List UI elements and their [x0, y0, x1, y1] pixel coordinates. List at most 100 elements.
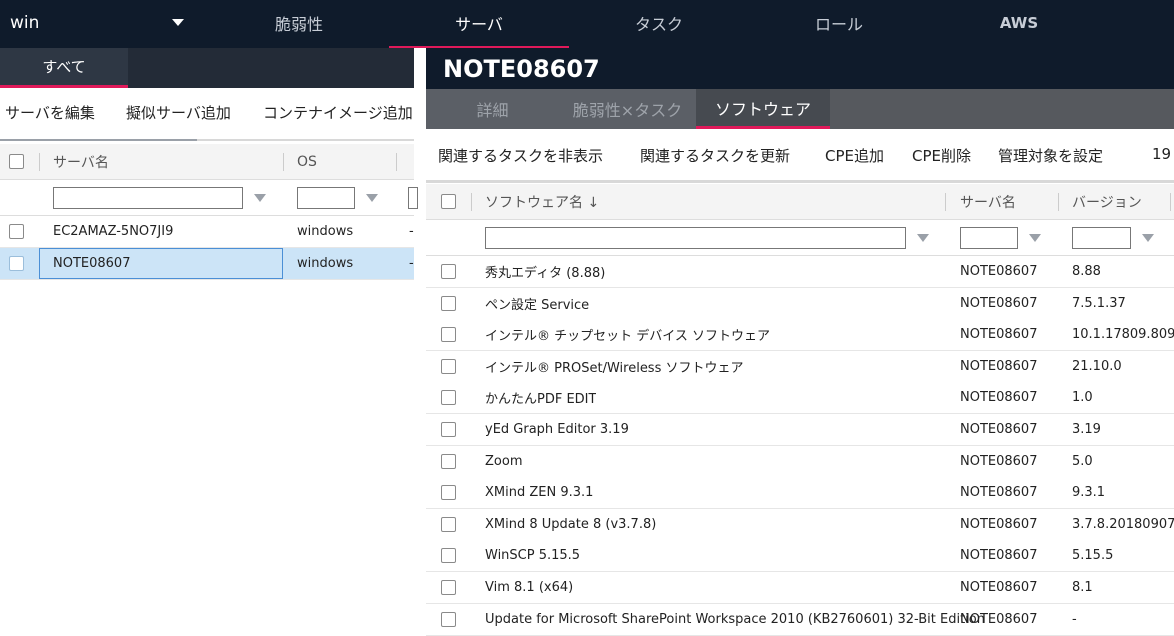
table-row[interactable]: WinSCP 5.15.5 NOTE08607 5.15.5 — [426, 540, 1174, 572]
software-name: Zoom — [485, 454, 523, 469]
software-name-filter-input[interactable] — [485, 226, 906, 249]
column-server-name[interactable]: サーバ名 — [53, 144, 109, 179]
software-server: NOTE08607 — [960, 422, 1038, 437]
update-related-tasks-button[interactable]: 関連するタスクを更新 — [640, 145, 790, 166]
nav-tab-task[interactable]: タスク — [570, 0, 748, 46]
column-software-name[interactable]: ソフトウェア名 ↓ — [485, 184, 599, 219]
tab-software[interactable]: ソフトウェア — [696, 89, 830, 129]
edit-server-button[interactable]: サーバを編集 — [5, 102, 95, 123]
row-checkbox[interactable] — [441, 477, 456, 508]
software-server: NOTE08607 — [960, 580, 1038, 595]
table-row[interactable]: ペン設定 Service NOTE08607 7.5.1.37 — [426, 288, 1174, 320]
software-server: NOTE08607 — [960, 264, 1038, 279]
server-os: windows — [297, 224, 354, 239]
server-name-filter-input[interactable] — [53, 186, 243, 209]
row-checkbox[interactable] — [441, 351, 456, 382]
focused-cell — [39, 248, 283, 279]
server-detail-panel: NOTE08607 詳細 脆弱性×タスク ソフトウェア 関連するタスクを非表示 … — [426, 48, 1174, 636]
chevron-down-icon — [172, 19, 184, 26]
row-checkbox[interactable] — [441, 446, 456, 477]
server-os: windows — [297, 256, 354, 271]
table-row[interactable]: Vim 8.1 (x64) NOTE08607 8.1 — [426, 572, 1174, 604]
delete-cpe-button[interactable]: CPE削除 — [912, 145, 971, 166]
software-server: NOTE08607 — [960, 296, 1038, 311]
org-selector[interactable]: win — [0, 0, 200, 46]
software-version: 10.1.17809.8096 — [1072, 327, 1174, 342]
software-name: yEd Graph Editor 3.19 — [485, 422, 629, 437]
add-pseudo-server-button[interactable]: 擬似サーバ追加 — [126, 102, 231, 123]
column-version[interactable]: バージョン — [1072, 184, 1142, 219]
server-subtabs: すべて — [0, 48, 414, 88]
row-checkbox[interactable] — [441, 509, 456, 540]
software-name: インテル® PROSet/Wireless ソフトウェア — [485, 361, 744, 376]
software-server: NOTE08607 — [960, 548, 1038, 563]
table-row[interactable]: XMind ZEN 9.3.1 NOTE08607 9.3.1 — [426, 477, 1174, 509]
table-row-selected[interactable]: NOTE08607 windows - — [0, 248, 414, 280]
row-checkbox[interactable] — [441, 414, 456, 445]
row-checkbox[interactable] — [441, 256, 456, 287]
software-name: 秀丸エディタ (8.88) — [485, 266, 606, 281]
filter-icon[interactable] — [366, 180, 378, 215]
server-table-header: サーバ名 OS — [0, 144, 414, 180]
row-checkbox[interactable] — [9, 248, 24, 279]
subtab-all[interactable]: すべて — [0, 48, 128, 88]
server-name: EC2AMAZ-5NO7JI9 — [53, 224, 174, 239]
software-version: 5.0 — [1072, 454, 1093, 469]
software-table-header: ソフトウェア名 ↓ サーバ名 バージョン — [426, 184, 1174, 220]
nav-tab-vulnerability[interactable]: 脆弱性 — [210, 0, 388, 46]
software-server: NOTE08607 — [960, 517, 1038, 532]
row-checkbox[interactable] — [441, 540, 456, 571]
row-checkbox[interactable] — [441, 604, 456, 635]
column-server-name[interactable]: サーバ名 — [960, 184, 1016, 219]
table-row[interactable]: XMind 8 Update 8 (v3.7.8) NOTE08607 3.7.8.… — [426, 509, 1174, 541]
tab-details[interactable]: 詳細 — [426, 89, 559, 129]
table-row[interactable]: Zoom NOTE08607 5.0 — [426, 446, 1174, 478]
select-all-checkbox[interactable] — [441, 184, 456, 219]
hide-related-tasks-button[interactable]: 関連するタスクを非表示 — [438, 145, 603, 166]
software-name: WinSCP 5.15.5 — [485, 548, 581, 563]
filter-icon[interactable] — [1142, 220, 1154, 255]
table-row[interactable]: Update for Microsoft SharePoint Workspac… — [426, 604, 1174, 636]
table-row[interactable]: EC2AMAZ-5NO7JI9 windows - — [0, 216, 414, 248]
server-extra: - — [409, 256, 414, 271]
add-container-image-button[interactable]: コンテナイメージ追加 — [263, 102, 413, 123]
software-name: XMind 8 Update 8 (v3.7.8) — [485, 517, 657, 532]
row-checkbox[interactable] — [441, 319, 456, 350]
version-filter-input[interactable] — [1072, 226, 1131, 249]
row-checkbox[interactable] — [441, 382, 456, 413]
os-filter-input[interactable] — [297, 186, 355, 209]
server-name-filter-input[interactable] — [960, 226, 1018, 249]
select-all-checkbox[interactable] — [9, 144, 24, 179]
tab-vuln-task[interactable]: 脆弱性×タスク — [560, 89, 695, 129]
software-name: かんたんPDF EDIT — [485, 392, 597, 407]
row-checkbox[interactable] — [9, 216, 24, 247]
nav-tab-role[interactable]: ロール — [750, 0, 928, 46]
server-toolbar: サーバを編集 擬似サーバ追加 コンテナイメージ追加 — [0, 88, 414, 141]
filter-icon[interactable] — [917, 220, 929, 255]
server-filter-row — [0, 180, 418, 216]
software-name: Vim 8.1 (x64) — [485, 580, 574, 595]
org-name: win — [10, 13, 40, 33]
software-filter-row — [426, 220, 1174, 256]
nav-tab-server[interactable]: サーバ — [389, 0, 569, 48]
toolbar-scroll-indicator — [0, 139, 197, 141]
software-version: - — [1072, 612, 1077, 627]
row-checkbox[interactable] — [441, 288, 456, 319]
filter-icon[interactable] — [254, 180, 266, 215]
set-managed-button[interactable]: 管理対象を設定 — [998, 145, 1103, 166]
table-row[interactable]: yEd Graph Editor 3.19 NOTE08607 3.19 — [426, 414, 1174, 446]
row-checkbox[interactable] — [441, 572, 456, 603]
software-version: 1.0 — [1072, 390, 1093, 405]
extra-filter-input[interactable] — [408, 186, 418, 209]
software-name: インテル® チップセット デバイス ソフトウェア — [485, 329, 771, 344]
table-row[interactable]: 秀丸エディタ (8.88) NOTE08607 8.88 — [426, 256, 1174, 288]
software-toolbar: 関連するタスクを非表示 関連するタスクを更新 CPE追加 CPE削除 管理対象を… — [426, 129, 1174, 183]
table-row[interactable]: インテル® PROSet/Wireless ソフトウェア NOTE08607 21.… — [426, 351, 1174, 383]
table-row[interactable]: かんたんPDF EDIT NOTE08607 1.0 — [426, 382, 1174, 414]
filter-icon[interactable] — [1029, 220, 1041, 255]
nav-tab-aws[interactable]: AWS — [930, 0, 1108, 46]
table-row[interactable]: インテル® チップセット デバイス ソフトウェア NOTE08607 10.1.17… — [426, 319, 1174, 351]
column-os[interactable]: OS — [297, 144, 317, 179]
add-cpe-button[interactable]: CPE追加 — [825, 145, 884, 166]
detail-title: NOTE08607 — [426, 48, 1174, 89]
